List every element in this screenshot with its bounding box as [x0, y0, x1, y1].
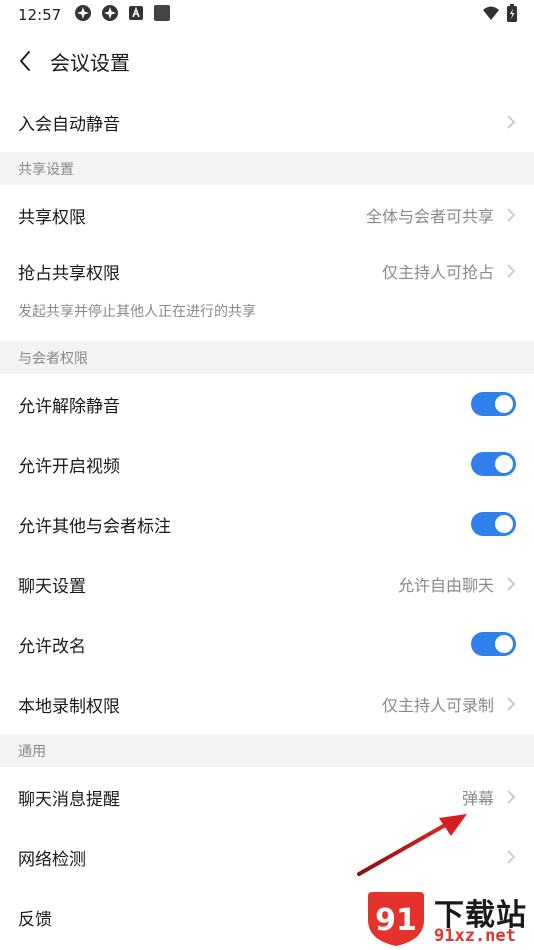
row-allow-unmute: 允许解除静音: [0, 374, 534, 434]
toggle-knob: [495, 515, 513, 533]
watermark-domain: 91xz.net: [434, 926, 516, 946]
row-label: 本地录制权限: [18, 696, 120, 717]
chevron-right-icon: [506, 576, 516, 592]
section-header-general: 通用: [0, 734, 534, 767]
status-time: 12:57: [18, 6, 62, 24]
share-hint: 发起共享并停止其他人正在进行的共享: [18, 304, 256, 320]
battery-icon: [506, 4, 518, 26]
status-right: [482, 4, 518, 26]
row-label: 允许改名: [18, 636, 86, 657]
annotation-arrow-icon: [355, 812, 475, 886]
square-icon: [153, 4, 171, 26]
watermark-badge-icon: 91: [368, 892, 424, 946]
status-bar: 12:57: [0, 0, 534, 30]
row-share-permission[interactable]: 共享权限 全体与会者可共享: [0, 185, 534, 245]
toggle-knob: [495, 635, 513, 653]
row-value: 允许自由聊天: [397, 576, 494, 595]
app-notify-icon: [101, 4, 119, 26]
section-header-participants: 与会者权限: [0, 341, 534, 374]
app-notify-icon: [74, 4, 92, 26]
watermark-badge-text: 91: [375, 903, 417, 938]
row-allow-annotate: 允许其他与会者标注: [0, 494, 534, 554]
watermark-logo: 91 下载站 91xz.net: [364, 886, 534, 950]
row-value: 仅主持人可抢占: [381, 263, 494, 282]
row-local-recording[interactable]: 本地录制权限 仅主持人可录制: [0, 674, 534, 734]
a-box-icon: [128, 5, 144, 25]
chevron-right-icon: [506, 207, 516, 223]
chevron-right-icon: [506, 263, 516, 279]
row-label: 网络检测: [18, 849, 86, 870]
row-value: 弹幕: [461, 789, 494, 808]
row-preempt-share[interactable]: 抢占共享权限 仅主持人可抢占: [0, 245, 534, 297]
toggle-knob: [495, 455, 513, 473]
toggle-knob: [495, 395, 513, 413]
row-label: 共享权限: [18, 207, 86, 228]
row-allow-rename: 允许改名: [0, 614, 534, 674]
chevron-right-icon: [506, 696, 516, 712]
chevron-left-icon: [20, 51, 30, 71]
row-label: 反馈: [18, 909, 52, 930]
row-auto-mute[interactable]: 入会自动静音: [0, 92, 534, 152]
row-label: 聊天消息提醒: [18, 789, 120, 810]
row-chat-settings[interactable]: 聊天设置 允许自由聊天: [0, 554, 534, 614]
row-label: 抢占共享权限: [18, 263, 120, 284]
row-value: 全体与会者可共享: [365, 207, 494, 226]
back-button[interactable]: [14, 46, 36, 76]
row-value: 仅主持人可录制: [381, 696, 494, 715]
page-title: 会议设置: [50, 50, 130, 75]
chevron-right-icon: [506, 849, 516, 865]
row-label: 允许解除静音: [18, 396, 120, 417]
status-left: 12:57: [18, 4, 171, 26]
row-allow-video: 允许开启视频: [0, 434, 534, 494]
toggle-switch[interactable]: [471, 512, 516, 536]
chevron-right-icon: [506, 789, 516, 805]
wifi-icon: [482, 5, 500, 25]
toggle-switch[interactable]: [471, 392, 516, 416]
chevron-right-icon: [506, 114, 516, 130]
row-label: 允许其他与会者标注: [18, 516, 171, 537]
toggle-switch[interactable]: [471, 632, 516, 656]
row-label: 聊天设置: [18, 576, 86, 597]
toggle-switch[interactable]: [471, 452, 516, 476]
section-header-share: 共享设置: [0, 152, 534, 185]
row-label: 入会自动静音: [18, 114, 120, 135]
app-header: 会议设置: [0, 30, 534, 92]
row-label: 允许开启视频: [18, 456, 120, 477]
